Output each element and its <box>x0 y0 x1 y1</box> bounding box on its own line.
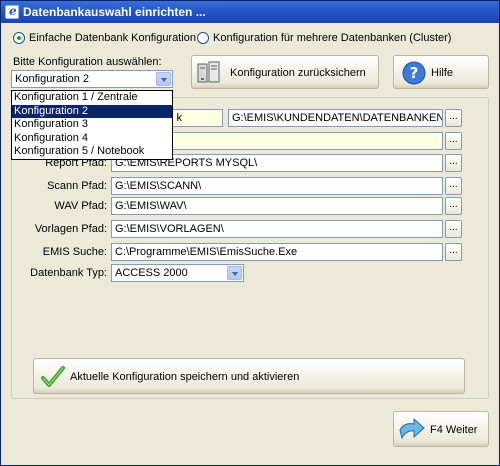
help-icon: ? <box>402 61 426 85</box>
templates-path-value: G:\EMIS\VORLAGEN\ <box>115 223 224 235</box>
scan-path-browse-button[interactable]: ... <box>445 177 462 195</box>
templates-path-browse-button[interactable]: ... <box>445 220 462 238</box>
db-type-value: ACCESS 2000 <box>115 267 188 279</box>
dropdown-option[interactable]: Konfiguration 1 / Zentrale <box>12 91 172 105</box>
emis-search-field[interactable]: C:\Programme\EMIS\EmisSuche.Exe <box>111 243 443 261</box>
row1-short-value: k <box>176 112 183 124</box>
server-icon <box>197 61 220 83</box>
emis-search-value: C:\Programme\EMIS\EmisSuche.Exe <box>115 246 298 258</box>
dropdown-option[interactable]: Konfiguration 3 <box>12 118 172 132</box>
title-bar: Datenbankauswahl einrichten ... <box>1 1 499 23</box>
next-button[interactable]: F4 Weiter <box>393 411 489 447</box>
config-select-label: Bitte Konfiguration auswählen: <box>13 56 162 68</box>
wav-path-browse-button[interactable]: ... <box>445 197 462 215</box>
db-type-label: Datenbank Typ: <box>30 267 107 279</box>
dialog-window: Datenbankauswahl einrichten ... Einfache… <box>0 0 500 466</box>
dropdown-option[interactable]: Konfiguration 5 / Notebook <box>12 145 172 159</box>
radio-single-label: Einfache Datenbank Konfiguration <box>29 32 196 44</box>
db-type-select[interactable]: ACCESS 2000 <box>111 264 244 282</box>
svg-text:?: ? <box>410 64 419 82</box>
emis-search-browse-button[interactable]: ... <box>445 243 462 261</box>
emis-search-label: EMIS Suche: <box>42 246 107 258</box>
config-select-value: Konfiguration 2 <box>15 73 89 85</box>
templates-path-field[interactable]: G:\EMIS\VORLAGEN\ <box>111 220 443 238</box>
save-activate-label: Aktuelle Konfiguration speichern und akt… <box>70 371 300 383</box>
reset-config-label: Konfiguration zurücksichern <box>230 67 366 79</box>
radio-single-config[interactable]: Einfache Datenbank Konfiguration <box>13 31 196 45</box>
reset-config-button[interactable]: Konfiguration zurücksichern <box>191 55 379 89</box>
app-icon <box>5 4 19 19</box>
database-path-field[interactable]: G:\EMIS\KUNDENDATEN\DATENBANKEN\E <box>228 109 443 127</box>
database-path-browse-button[interactable]: ... <box>445 109 462 127</box>
dropdown-option-selected[interactable]: Konfiguration 2 <box>12 104 172 118</box>
checkmark-icon <box>41 366 65 387</box>
chevron-down-icon[interactable] <box>156 72 171 86</box>
radio-single-indicator[interactable] <box>13 32 25 44</box>
arrow-right-icon <box>399 417 425 440</box>
dropdown-option[interactable]: Konfiguration 4 <box>12 132 172 146</box>
config-dropdown-list: Konfiguration 1 / Zentrale Konfiguration… <box>11 90 173 160</box>
chevron-down-icon[interactable] <box>227 266 242 280</box>
next-label: F4 Weiter <box>430 424 478 436</box>
report-path-browse-button[interactable]: ... <box>445 154 462 172</box>
wav-path-value: G:\EMIS\WAV\ <box>115 200 187 212</box>
save-activate-button[interactable]: Aktuelle Konfiguration speichern und akt… <box>33 358 465 394</box>
scan-path-label: Scann Pfad: <box>47 180 107 192</box>
templates-path-label: Vorlagen Pfad: <box>34 223 107 235</box>
help-label: Hilfe <box>431 67 454 79</box>
help-button[interactable]: ? Hilfe <box>393 55 489 89</box>
radio-cluster-label: Konfiguration für mehrere Datenbanken (C… <box>213 32 452 44</box>
wav-path-label: WAV Pfad: <box>54 200 107 212</box>
scan-path-value: G:\EMIS\SCANN\ <box>115 180 202 192</box>
row2-browse-button[interactable]: ... <box>445 132 462 150</box>
window-title: Datenbankauswahl einrichten ... <box>23 5 206 19</box>
radio-cluster-config[interactable]: Konfiguration für mehrere Datenbanken (C… <box>197 31 451 45</box>
scan-path-field[interactable]: G:\EMIS\SCANN\ <box>111 177 443 195</box>
radio-cluster-indicator[interactable] <box>197 32 209 44</box>
wav-path-field[interactable]: G:\EMIS\WAV\ <box>111 197 443 215</box>
database-path-value: G:\EMIS\KUNDENDATEN\DATENBANKEN\E <box>232 112 443 124</box>
config-select[interactable]: Konfiguration 2 <box>11 70 173 88</box>
